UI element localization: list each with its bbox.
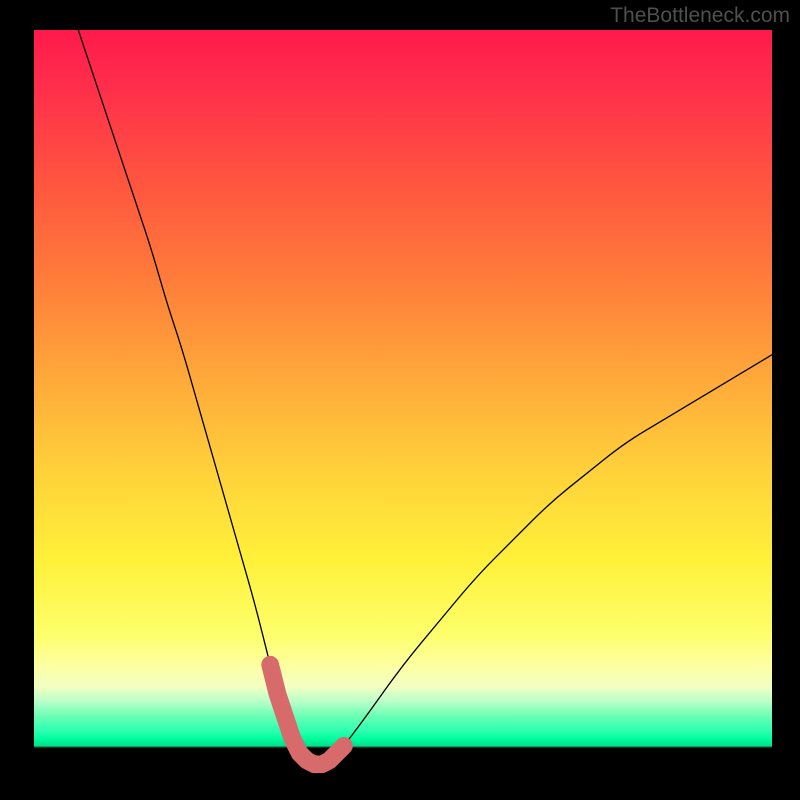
curve-marker xyxy=(277,708,293,724)
curve-marker xyxy=(269,686,285,702)
bottleneck-curve xyxy=(78,30,772,764)
watermark-text: TheBottleneck.com xyxy=(610,4,790,28)
chart-stage: TheBottleneck.com xyxy=(0,0,800,800)
curve-marker xyxy=(336,738,352,754)
marker-group xyxy=(262,657,352,773)
chart-svg xyxy=(34,30,772,768)
curve-marker xyxy=(284,730,300,746)
curve-marker xyxy=(262,657,278,673)
plot-area xyxy=(34,30,772,768)
